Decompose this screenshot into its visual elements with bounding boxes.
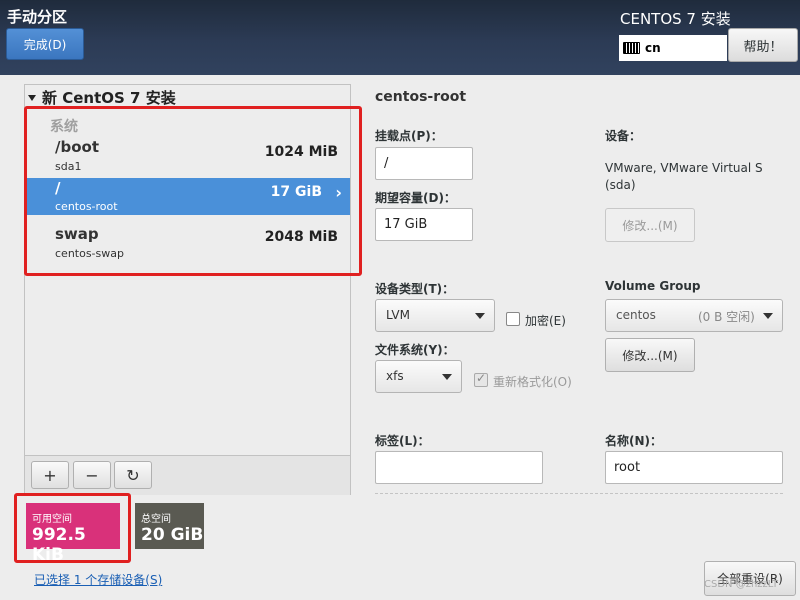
- tag-label: 标签(L)：: [375, 434, 430, 448]
- device-label: 设备：: [605, 129, 642, 143]
- dropdown-arrow-icon: [475, 313, 485, 319]
- device-type-label: 设备类型(T)：: [375, 282, 455, 296]
- section-divider: [375, 493, 783, 494]
- keyboard-layout-label: cn: [645, 41, 661, 55]
- partition-toolbar: + − ↻: [25, 455, 350, 495]
- capacity-input[interactable]: 17 GiB: [375, 208, 473, 241]
- capacity-label: 期望容量(D)：: [375, 191, 456, 205]
- page-title: 手动分区: [7, 8, 68, 26]
- watermark-text: CSDN @zhzzLT: [704, 579, 779, 590]
- filesystem-label: 文件系统(Y)：: [375, 343, 455, 357]
- reformat-checkbox[interactable]: [474, 371, 488, 387]
- total-space-value: 20 GiB: [141, 525, 204, 545]
- expander-triangle-icon: [28, 94, 36, 101]
- storage-devices-link[interactable]: 已选择 1 个存储设备(S): [34, 571, 162, 588]
- highlight-available-space-box: [14, 493, 131, 563]
- reformat-label: 重新格式化(O): [493, 375, 572, 389]
- device-type-value: LVM: [386, 308, 410, 322]
- keyboard-layout-indicator[interactable]: cn: [619, 35, 727, 61]
- highlight-partitions-box: [24, 106, 362, 276]
- volume-group-modify-button[interactable]: 修改...(M): [605, 338, 695, 372]
- dropdown-arrow-icon: [442, 374, 452, 380]
- top-header: 手动分区 完成(D) CENTOS 7 安装 cn 帮助！: [0, 0, 800, 75]
- total-space-box: 总空间 20 GiB: [135, 503, 204, 549]
- help-button[interactable]: 帮助！: [728, 28, 798, 62]
- remove-partition-button[interactable]: −: [73, 461, 111, 489]
- encrypt-label: 加密(E): [525, 314, 566, 328]
- device-type-dropdown[interactable]: LVM: [375, 299, 495, 332]
- install-title: CENTOS 7 安装: [620, 10, 731, 28]
- total-space-label: 总空间: [141, 514, 171, 525]
- device-value: VMware, VMware Virtual S (sda): [605, 161, 763, 192]
- refresh-button[interactable]: ↻: [114, 461, 152, 489]
- filesystem-dropdown[interactable]: xfs: [375, 360, 462, 393]
- name-input[interactable]: root: [605, 451, 783, 484]
- encrypt-checkbox[interactable]: [506, 312, 520, 326]
- new-install-expander[interactable]: 新 CentOS 7 安装: [28, 87, 176, 108]
- new-install-label: 新 CentOS 7 安装: [42, 89, 176, 107]
- mount-point-label: 挂载点(P)：: [375, 129, 443, 143]
- volume-group-name: centos: [616, 308, 656, 322]
- selected-partition-title: centos-root: [375, 89, 467, 105]
- device-modify-button[interactable]: 修改...(M): [605, 208, 695, 242]
- volume-group-dropdown[interactable]: centos (0 B 空闲): [605, 299, 783, 332]
- dropdown-arrow-icon: [763, 313, 773, 319]
- volume-group-free: (0 B 空闲): [698, 310, 755, 324]
- keyboard-icon: [623, 42, 640, 54]
- done-button[interactable]: 完成(D): [6, 28, 84, 60]
- volume-group-label: Volume Group: [605, 279, 701, 293]
- filesystem-value: xfs: [386, 369, 404, 383]
- mount-point-input[interactable]: /: [375, 147, 473, 180]
- name-label: 名称(N)：: [605, 434, 663, 448]
- tag-input[interactable]: [375, 451, 543, 484]
- add-partition-button[interactable]: +: [31, 461, 69, 489]
